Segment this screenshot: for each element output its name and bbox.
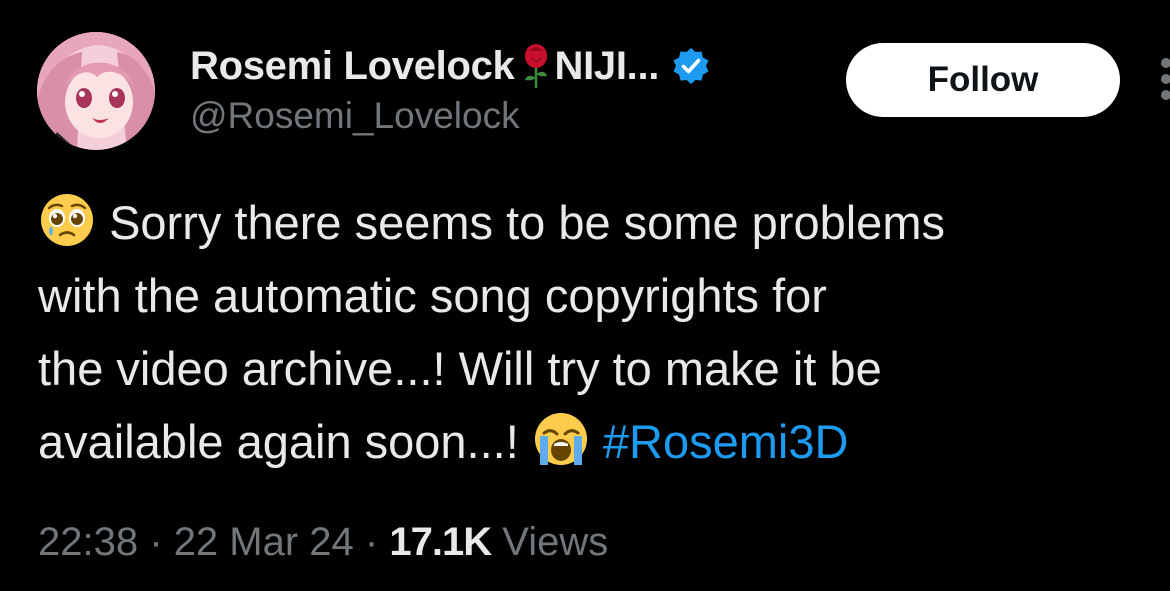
hashtag-link[interactable]: #Rosemi3D [603,415,849,468]
tweet-line-1-text: Sorry there seems to be some problems [109,196,945,249]
pleading-face-icon [38,191,96,249]
avatar-image [37,32,155,150]
meta-separator: · [364,520,379,564]
views-count: 17.1K [389,520,492,564]
tweet-line-4: available again soon...! #Rosemi3D [38,405,1163,478]
author-handle[interactable]: @Rosemi_Lovelock [190,95,520,137]
tweet-time[interactable]: 22:38 [38,520,138,564]
views-label: Views [502,520,609,564]
author-display-name[interactable]: Rosemi Lovelock [190,44,515,89]
follow-button[interactable]: Follow [846,43,1120,117]
tweet-line-3: the video archive...! Will try to make i… [38,342,882,395]
author-name-row: Rosemi Lovelock NIJI... [190,40,711,92]
author-avatar[interactable] [37,32,155,150]
tweet-line-1: Sorry there seems to be some problems [38,186,1163,259]
tweet-line-4-text: available again soon...! [38,415,519,468]
tweet-text: Sorry there seems to be some problems wi… [38,186,1163,478]
tweet-date[interactable]: 22 Mar 24 [174,520,354,564]
loudly-crying-face-icon [532,410,590,468]
meta-separator: · [149,520,163,564]
verified-badge-icon[interactable] [671,46,711,86]
author-name-suffix: NIJI... [554,43,660,88]
more-options-icon[interactable] [1158,54,1170,104]
tweet-line-2: with the automatic song copyrights for [38,269,827,322]
tweet-meta: 22:38 · 22 Mar 24 · 17.1K Views [38,520,608,565]
rose-icon [521,42,551,90]
